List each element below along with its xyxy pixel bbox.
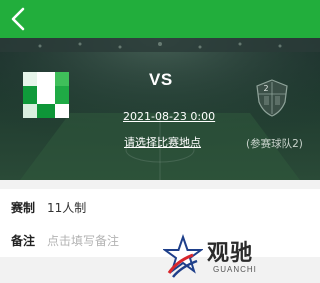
chevron-left-icon: [11, 7, 25, 31]
top-bar: [0, 0, 320, 38]
team-right-crest[interactable]: 2: [254, 78, 290, 118]
match-header: VS 2 2021-08-23 0:00 请选择比赛地点 (参赛球队2): [0, 38, 320, 180]
select-venue-link[interactable]: 请选择比赛地点: [124, 134, 201, 150]
format-row[interactable]: 赛制 11人制: [0, 189, 320, 223]
match-datetime[interactable]: 2021-08-23 0:00: [123, 110, 215, 123]
back-button[interactable]: [4, 4, 34, 34]
watermark-en-text: GUANCHI: [213, 265, 257, 274]
star-logo-icon: [163, 233, 203, 278]
watermark-cn-text: 观驰: [207, 241, 254, 266]
team-left-logo[interactable]: [23, 72, 69, 118]
notes-label: 备注: [11, 234, 36, 248]
team-right-name[interactable]: (参赛球队2): [246, 136, 303, 151]
format-value[interactable]: 11人制: [47, 199, 86, 216]
team-right-badge-number: 2: [264, 84, 269, 93]
format-label: 赛制: [11, 201, 36, 215]
notes-input[interactable]: 点击填写备注: [47, 232, 119, 249]
section-divider: [0, 180, 320, 189]
guanchi-watermark: 观驰 GUANCHI: [163, 233, 283, 281]
vs-label: VS: [149, 70, 173, 89]
